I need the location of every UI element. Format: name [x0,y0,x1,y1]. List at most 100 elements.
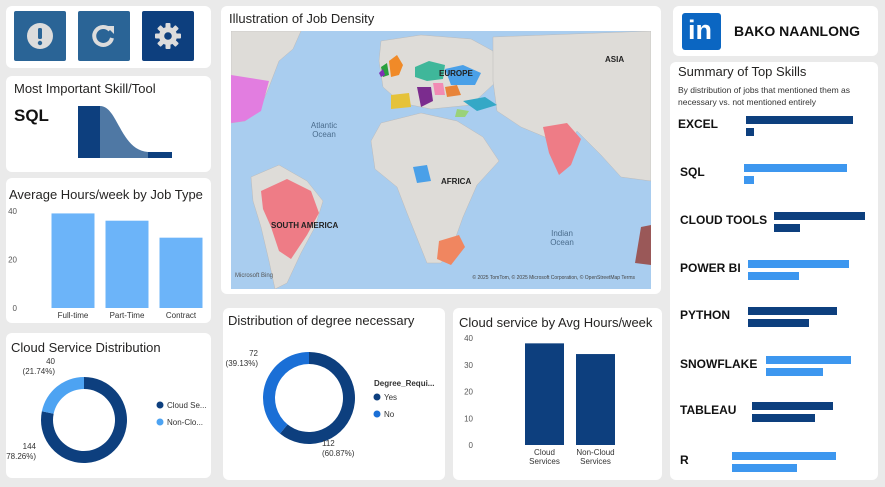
legend-title: Degree_Requi... [374,379,434,388]
alert-button[interactable] [14,11,66,61]
legend-marker[interactable] [156,418,164,426]
bar[interactable] [525,343,564,445]
skill-bar-not-mentioned[interactable] [752,414,816,422]
linkedin-icon[interactable]: in [682,13,721,50]
skill-bar-not-mentioned[interactable] [746,128,754,136]
legend-marker[interactable] [156,401,164,409]
legend-label[interactable]: No [384,410,395,419]
map-label-south-america: SOUTH AMERICA [271,221,339,230]
hours-card: Average Hours/week by Job Type 0 20 40 Full… [6,178,211,323]
slice-value-label: 112 [322,439,335,448]
skill-label: CLOUD TOOLS [680,213,768,227]
skill-bar-mentioned[interactable] [774,212,866,220]
legend-marker[interactable] [373,410,381,418]
cloud-hours-chart: 010203040CloudServicesNon-CloudServices [464,334,615,466]
exclamation-icon [27,23,53,49]
skill-label: PYTHON [680,308,731,322]
skill-bar-not-mentioned[interactable] [748,272,800,280]
hours-chart: 0 20 40 Full-time Part-Time Contract [8,207,203,319]
y-tick-label: 40 [464,334,473,343]
skill-bar-mentioned[interactable] [752,402,834,410]
slice-value-label: 40 [46,357,55,366]
map-title: Illustration of Job Density [229,11,375,26]
skill-label: SQL [680,165,705,179]
map-ocean-atlantic: Atlantic Ocean [310,121,338,139]
hours-title: Average Hours/week by Job Type [9,187,203,202]
refresh-button[interactable] [78,11,130,61]
y-tick-label: 30 [464,361,473,370]
y-tick-label: 0 [13,304,18,313]
skill-bar-mentioned[interactable] [766,356,852,364]
skill-label: SNOWFLAKE [680,357,758,371]
skill-card-value: SQL [14,106,49,125]
bar[interactable] [576,354,615,445]
y-tick-label: 20 [464,388,473,397]
y-tick-label: 0 [469,441,474,450]
x-tick-label: Cloud [534,448,555,457]
slice-pct-label: (39.13%) [226,359,259,368]
map-label-europe: EUROPE [439,69,473,78]
map-card: Illustration of Job Density EUROPE ASIA … [221,6,661,294]
slice-value-label: 144 [23,442,37,451]
y-tick-label: 10 [464,414,473,423]
legend-marker[interactable] [373,393,381,401]
gear-icon [155,23,181,49]
cloud-hours-title: Cloud service by Avg Hours/week [459,315,653,330]
degree-title: Distribution of degree necessary [228,313,415,328]
slice-pct-label: (78.26%) [6,452,36,461]
slice-value-label: 72 [249,349,258,358]
skill-bar-mentioned[interactable] [732,452,836,460]
skill-label: R [680,453,689,467]
donut-slice[interactable] [41,377,84,414]
x-tick-label: Part-Time [110,311,145,319]
skill-label: POWER BI [680,261,741,275]
profile-card: in BAKO NAANLONG [673,6,878,56]
cloud-hours-card: Cloud service by Avg Hours/week 0 10 20 30 4… [453,308,662,480]
settings-button[interactable] [142,11,194,61]
y-tick-label: 40 [8,207,17,216]
map-attribution[interactable]: © 2025 TomTom, © 2025 Microsoft Corporat… [472,275,635,281]
skill-bar-not-mentioned[interactable] [744,176,754,184]
summary-card: Summary of Top Skills By distribution of… [670,62,878,480]
skill-bar-mentioned[interactable] [744,164,847,172]
legend-label[interactable]: Yes [384,393,397,402]
map-ocean-indian: Indian Ocean [550,229,574,247]
bar[interactable] [105,220,149,308]
skill-sparkline [78,106,172,158]
summary-title: Summary of Top Skills [678,64,807,79]
skill-bar-mentioned[interactable] [748,260,849,268]
legend-label[interactable]: Non-Clo... [167,418,203,427]
x-tick-label: Contract [166,311,197,319]
donut-slice[interactable] [263,352,309,434]
x-tick-label: Services [529,457,560,466]
skill-bar-not-mentioned[interactable] [774,224,800,232]
skill-bar-not-mentioned[interactable] [748,319,810,327]
bing-logo: Microsoft Bing [235,273,274,279]
x-tick-label: Services [580,457,611,466]
degree-donut-chart: 112(60.87%) 72(39.13%) Degree_Requi... Yes N… [226,349,435,458]
skill-bar-not-mentioned[interactable] [732,464,798,472]
skill-bar-not-mentioned[interactable] [766,368,824,376]
bar[interactable] [51,213,95,308]
map-label-africa: AFRICA [441,177,472,186]
skill-label: TABLEAU [680,403,737,417]
bar[interactable] [159,237,203,308]
summary-subtitle: By distribution of jobs that mentioned t… [678,85,850,107]
cloud-dist-card: Cloud Service Distribution 144 (78.26%) 40… [6,333,211,478]
skill-label: EXCEL [678,117,719,131]
refresh-icon [92,24,114,47]
degree-card: Distribution of degree necessary 112 (60.… [223,308,445,480]
legend-label[interactable]: Cloud Se... [167,401,207,410]
skill-bar-mentioned[interactable] [746,116,853,124]
cloud-donut-chart: 144(78.26%) 40(21.74%) Cloud Se... Non-Clo.… [6,357,207,463]
slice-pct-label: (21.74%) [23,367,56,376]
x-tick-label: Full-time [58,311,89,319]
y-tick-label: 20 [8,256,17,265]
skill-bar-mentioned[interactable] [748,307,838,315]
skill-card-title: Most Important Skill/Tool [14,81,156,96]
map-label-asia: ASIA [605,55,625,64]
profile-name: BAKO NAANLONG [734,23,860,39]
skill-card: Most Important Skill/Tool SQL [6,76,211,172]
slice-pct-label: (60.87%) [322,449,355,458]
job-density-map[interactable]: EUROPE ASIA AFRICA SOUTH AMERICA Atlanti… [231,31,651,289]
